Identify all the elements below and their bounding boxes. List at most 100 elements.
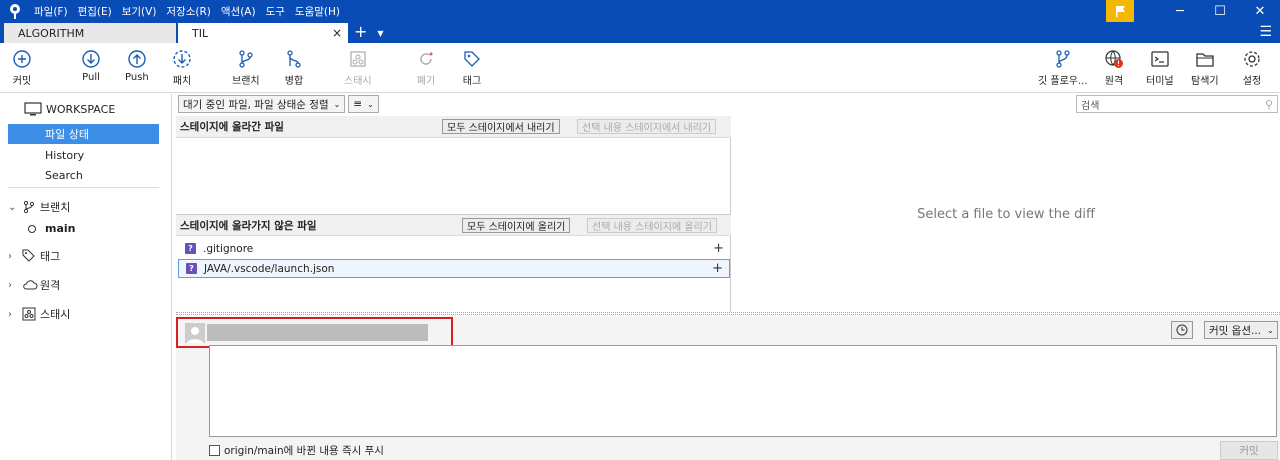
author-name-redacted bbox=[207, 324, 428, 341]
title-bar: 파일(F) 편집(E) 보기(V) 저장소(R) 액션(A) 도구 도움말(H)… bbox=[0, 0, 1280, 22]
branch-icon bbox=[239, 50, 253, 68]
author-field[interactable] bbox=[176, 317, 453, 348]
commit-label: 커밋 bbox=[12, 76, 32, 87]
unstage-all-button[interactable]: 모두 스테이지에서 내리기 bbox=[442, 119, 560, 134]
discard-label: 폐기 bbox=[416, 76, 436, 87]
commit-submit-button[interactable]: 커밋 bbox=[1220, 441, 1278, 460]
sidebar-section-tags[interactable]: › 태그 bbox=[8, 248, 60, 264]
commit-message-input[interactable] bbox=[209, 345, 1277, 437]
stash-button[interactable]: 스태시 bbox=[344, 49, 372, 87]
branch-name: main bbox=[45, 222, 76, 235]
stage-selected-button[interactable]: 선택 내용 스테이지에 올리기 bbox=[587, 218, 717, 233]
clock-icon bbox=[1176, 324, 1188, 336]
sidebar-section-stashes[interactable]: › 스태시 bbox=[8, 306, 70, 322]
branch-icon bbox=[22, 200, 40, 214]
close-window-icon[interactable]: ✕ bbox=[1240, 0, 1280, 22]
push-label: Push bbox=[125, 72, 149, 83]
staged-title: 스테이지에 올라간 파일 bbox=[180, 121, 284, 133]
list-item[interactable]: ? .gitignore + bbox=[178, 239, 730, 258]
sidebar-item-history[interactable]: History bbox=[8, 145, 159, 165]
settings-label: 설정 bbox=[1242, 76, 1262, 87]
commit-button[interactable]: 커밋 bbox=[12, 49, 32, 87]
sidebar-section-branches[interactable]: ⌄ 브랜치 bbox=[8, 199, 70, 215]
push-immediately-checkbox[interactable]: origin/main에 바뀐 내용 즉시 푸시 bbox=[209, 443, 384, 458]
branch-button[interactable]: 브랜치 bbox=[232, 49, 260, 87]
menu-view[interactable]: 보기(V) bbox=[122, 4, 157, 19]
list-item[interactable]: ? JAVA/.vscode/launch.json + bbox=[178, 259, 730, 278]
tab-algorithm[interactable]: ALGORITHM bbox=[4, 23, 176, 43]
terminal-button[interactable]: 터미널 bbox=[1146, 49, 1174, 87]
settings-button[interactable]: 설정 bbox=[1242, 49, 1262, 87]
remote-button[interactable]: 원격 bbox=[1104, 49, 1124, 87]
minimize-icon[interactable]: ─ bbox=[1160, 0, 1200, 22]
flag-icon[interactable] bbox=[1106, 0, 1134, 22]
list-options-dropdown[interactable]: ≡ ⌄ bbox=[348, 95, 379, 113]
sidebar-item-search[interactable]: Search bbox=[8, 165, 159, 185]
maximize-icon[interactable]: ☐ bbox=[1200, 0, 1240, 22]
stash-icon bbox=[22, 307, 40, 321]
commit-options-label: 커밋 옵션... bbox=[1209, 324, 1261, 337]
stage-file-plus-icon[interactable]: + bbox=[713, 241, 724, 256]
git-flow-button[interactable]: 깃 플로우... bbox=[1038, 49, 1088, 87]
folder-icon bbox=[1196, 53, 1214, 67]
workspace-header: WORKSPACE bbox=[24, 102, 115, 116]
diff-placeholder: Select a file to view the diff bbox=[917, 206, 1095, 222]
pull-button[interactable]: Pull bbox=[81, 49, 101, 83]
menu-help[interactable]: 도움말(H) bbox=[295, 4, 340, 19]
menu-repository[interactable]: 저장소(R) bbox=[166, 4, 210, 19]
commit-options-dropdown[interactable]: 커밋 옵션... ⌄ bbox=[1204, 321, 1278, 339]
monitor-icon bbox=[24, 102, 42, 116]
remote-label: 원격 bbox=[1104, 76, 1124, 87]
list-icon: ≡ bbox=[353, 98, 363, 110]
tab-dropdown-icon[interactable]: ▼ bbox=[377, 29, 383, 38]
file-panels: 스테이지에 올라간 파일 모두 스테이지에서 내리기 선택 내용 스테이지에서 … bbox=[176, 116, 731, 312]
discard-button[interactable]: 폐기 bbox=[416, 49, 436, 87]
sidebar-section-remotes[interactable]: › 원격 bbox=[8, 277, 60, 293]
sidebar-divider bbox=[8, 187, 159, 188]
sidebar-item-file-status[interactable]: 파일 상태 bbox=[8, 124, 159, 144]
search-icon: ⚲ bbox=[1264, 97, 1273, 111]
sourcetree-logo-icon bbox=[4, 0, 26, 22]
chevron-right-icon[interactable]: › bbox=[8, 280, 22, 291]
tab-label: ALGORITHM bbox=[18, 26, 85, 40]
pull-icon bbox=[82, 50, 100, 68]
staged-header: 스테이지에 올라간 파일 모두 스테이지에서 내리기 선택 내용 스테이지에서 … bbox=[176, 116, 731, 138]
search-input[interactable]: 검색 ⚲ bbox=[1076, 95, 1278, 113]
tag-button[interactable]: 태그 bbox=[462, 49, 482, 87]
push-button[interactable]: Push bbox=[125, 49, 149, 83]
chevron-down-icon[interactable]: ⌄ bbox=[8, 202, 22, 213]
commit-history-button[interactable] bbox=[1171, 321, 1193, 339]
branch-item-main[interactable]: main bbox=[28, 222, 76, 235]
explorer-button[interactable]: 탐색기 bbox=[1191, 49, 1219, 87]
unstaged-header: 스테이지에 올라가지 않은 파일 모두 스테이지에 올리기 선택 내용 스테이지… bbox=[176, 214, 731, 236]
stage-file-plus-icon[interactable]: + bbox=[712, 261, 723, 276]
git-flow-label: 깃 플로우... bbox=[1038, 76, 1088, 87]
chevron-right-icon[interactable]: › bbox=[8, 309, 22, 320]
branches-label: 브랜치 bbox=[40, 201, 71, 214]
close-tab-icon[interactable]: × bbox=[332, 26, 342, 40]
unstage-selected-button[interactable]: 선택 내용 스테이지에서 내리기 bbox=[577, 119, 717, 134]
menu-file[interactable]: 파일(F) bbox=[34, 4, 68, 19]
tab-til[interactable]: TIL × bbox=[178, 23, 348, 43]
commit-icon bbox=[13, 50, 31, 68]
menu-edit[interactable]: 편집(E) bbox=[78, 4, 112, 19]
hamburger-menu-icon[interactable]: ☰ bbox=[1259, 24, 1272, 40]
add-tab-icon[interactable]: + bbox=[354, 22, 367, 41]
chevron-down-icon: ⌄ bbox=[367, 99, 374, 109]
fetch-label: 패치 bbox=[172, 76, 192, 87]
merge-button[interactable]: 병합 bbox=[284, 49, 304, 87]
terminal-icon bbox=[1151, 51, 1169, 67]
panel-splitter[interactable] bbox=[176, 312, 1280, 315]
stage-all-button[interactable]: 모두 스테이지에 올리기 bbox=[462, 218, 571, 233]
explorer-label: 탐색기 bbox=[1191, 76, 1219, 87]
search-placeholder: 검색 bbox=[1081, 100, 1100, 112]
fetch-icon bbox=[173, 50, 191, 68]
tag-icon bbox=[22, 249, 40, 263]
chevron-right-icon[interactable]: › bbox=[8, 251, 22, 262]
view-mode-dropdown[interactable]: 대기 중인 파일, 파일 상태순 정렬 ⌄ bbox=[178, 95, 346, 113]
menu-tools[interactable]: 도구 bbox=[266, 4, 285, 19]
checkbox[interactable] bbox=[209, 445, 220, 456]
fetch-button[interactable]: 패치 bbox=[172, 49, 192, 87]
chevron-down-icon: ⌄ bbox=[1267, 325, 1274, 335]
menu-actions[interactable]: 액션(A) bbox=[221, 4, 256, 19]
